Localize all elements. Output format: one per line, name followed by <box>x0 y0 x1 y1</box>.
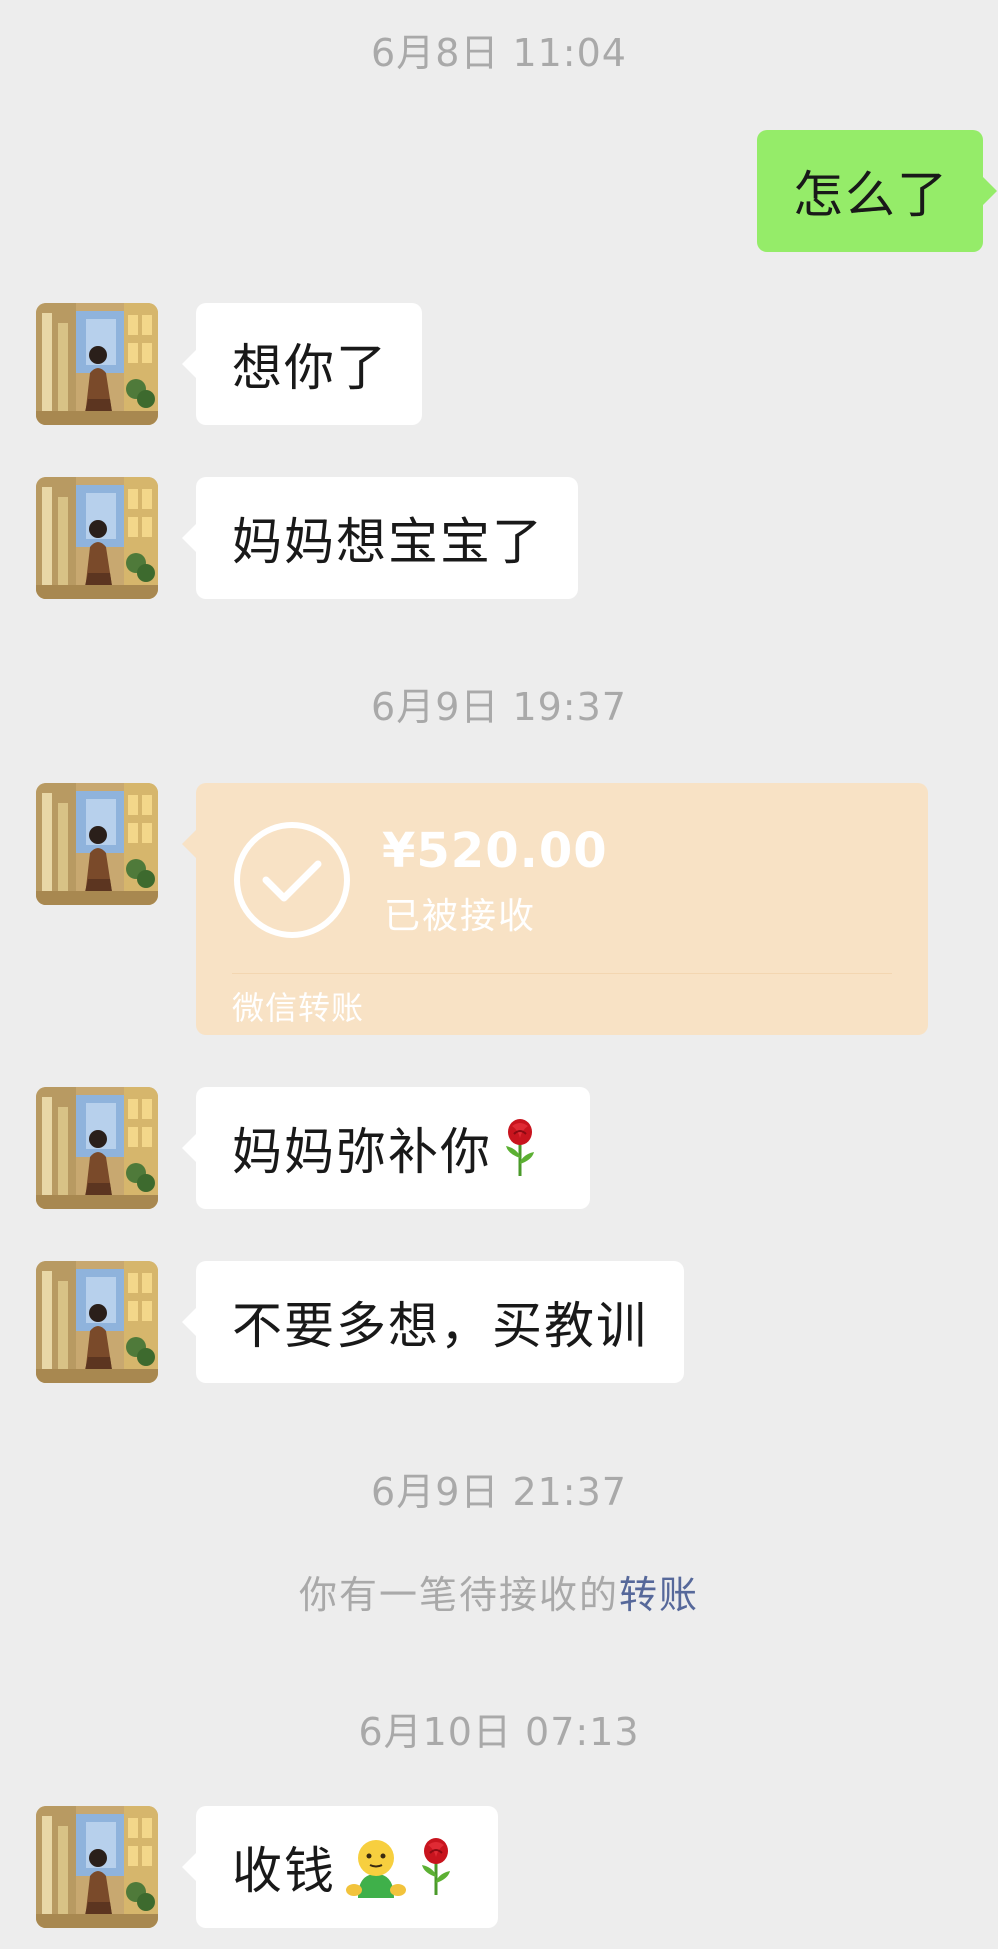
system-notice-text: 你有一笔待接收的 <box>298 1573 619 1617</box>
contact-avatar[interactable] <box>36 1261 158 1383</box>
avatar-image <box>36 1261 158 1383</box>
received-message-bubble[interactable]: 妈妈想宝宝了 <box>182 477 578 599</box>
received-message-bubble[interactable]: 妈妈弥补你 <box>182 1087 590 1209</box>
system-notice: 你有一笔待接收的转账 <box>0 1564 998 1619</box>
avatar-image <box>36 1087 158 1209</box>
message-text: 妈妈弥补你 <box>232 1123 492 1181</box>
message-text: 收钱 <box>232 1842 336 1900</box>
contact-avatar[interactable] <box>36 1087 158 1209</box>
received-message-bubble[interactable]: 不要多想，买教训 <box>182 1261 684 1383</box>
received-message-bubble[interactable]: 想你了 <box>182 303 422 425</box>
transfer-link[interactable]: 转账 <box>619 1573 699 1617</box>
contact-avatar[interactable] <box>36 783 158 905</box>
timestamp: 6月9日 21:37 <box>371 1470 627 1514</box>
transfer-label: 微信转账 <box>232 989 365 1027</box>
message-text: 想你了 <box>232 339 388 397</box>
contact-avatar[interactable] <box>36 1806 158 1928</box>
message-text: 妈妈想宝宝了 <box>232 513 544 571</box>
avatar-image <box>36 477 158 599</box>
timestamp: 6月10日 07:13 <box>358 1710 640 1754</box>
chat-screen: 6月8日 11:04 怎么了 想你了 妈妈想宝宝了 6月9日 19:37 ¥52… <box>0 0 998 1949</box>
message-text: 怎么了 <box>793 166 949 224</box>
timestamp: 6月9日 19:37 <box>371 685 627 729</box>
contact-avatar[interactable] <box>36 477 158 599</box>
transfer-amount: ¥520.00 <box>382 823 608 879</box>
avatar-image <box>36 783 158 905</box>
received-message-bubble[interactable]: 收钱 <box>182 1806 498 1928</box>
check-circle-icon <box>234 822 350 938</box>
rose-emoji-icon <box>506 1119 534 1176</box>
avatar-image <box>36 1806 158 1928</box>
transfer-divider <box>232 973 892 974</box>
transfer-card[interactable]: ¥520.00 已被接收 微信转账 <box>182 783 928 1035</box>
message-text: 不要多想，买教训 <box>232 1297 648 1355</box>
transfer-status: 已被接收 <box>384 896 537 937</box>
sent-message-bubble[interactable]: 怎么了 <box>757 130 997 252</box>
avatar-image <box>36 303 158 425</box>
contact-avatar[interactable] <box>36 303 158 425</box>
smiley-person-emoji-icon <box>346 1840 406 1898</box>
rose-emoji-icon <box>422 1838 450 1895</box>
timestamp: 6月8日 11:04 <box>371 31 627 75</box>
